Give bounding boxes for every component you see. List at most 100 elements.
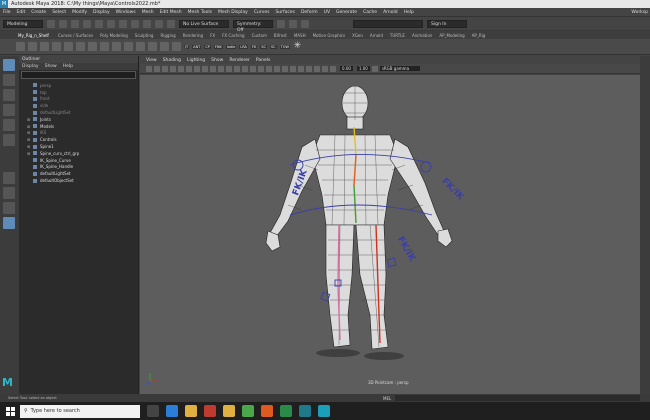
near-clip-field[interactable]: 0.00 [340,66,353,71]
outliner-menu-help[interactable]: Help [63,63,73,70]
safe-action-icon[interactable] [218,65,224,72]
move-tool-icon[interactable] [3,104,15,116]
outliner-row[interactable]: ⊞ Spine_curv_ctrl_grp [19,150,138,157]
lasso-tool-icon[interactable] [3,74,15,86]
shelf-tab-rigging[interactable]: Rigging [160,33,175,38]
resolution-gate-icon[interactable] [194,65,200,72]
shelf-label-lra[interactable]: LRA [239,44,248,49]
isolate-select-icon[interactable] [306,65,312,72]
shelf-button[interactable] [100,42,109,51]
menu-create[interactable]: Create [31,10,46,15]
snap-point-icon[interactable] [155,19,163,28]
shelf-label-fnk[interactable]: FNK [213,44,223,49]
star-shelf-icon[interactable]: ✳ [293,42,302,51]
outliner-row[interactable]: ⊞ Models [19,123,138,130]
shelf-label-ladle[interactable]: ladle [225,44,237,49]
render-settings-icon[interactable] [301,19,309,28]
chrome-icon[interactable] [242,405,254,417]
color-management-icon[interactable] [371,65,378,72]
expand-icon[interactable]: ⊞ [27,144,31,149]
folder-icon[interactable] [223,405,235,417]
shelf-tab-ap-rig[interactable]: AP_Rig [472,33,486,38]
outliner-row[interactable]: ⊞ Joints [19,116,138,123]
select-hierarchy-icon[interactable] [95,19,103,28]
menu-display[interactable]: Display [93,10,110,15]
wireframe-on-shaded-icon[interactable] [250,65,256,72]
shelf-label-fk[interactable]: FK [250,44,258,49]
expand-icon[interactable]: ⊞ [27,151,31,156]
file-explorer-icon[interactable] [185,405,197,417]
outliner-row[interactable]: persp [19,82,138,89]
edge-browser-icon[interactable] [166,405,178,417]
bookmark-icon[interactable] [162,65,168,72]
single-pane-layout-icon[interactable] [3,172,15,184]
gate-mask-icon[interactable] [202,65,208,72]
task-view-icon[interactable] [147,405,159,417]
menu-mesh[interactable]: Mesh [142,10,154,15]
shelf-label-jt[interactable]: JT [184,44,190,49]
outliner-row[interactable]: ⊞ IKS [19,130,138,137]
photos-icon[interactable] [299,405,311,417]
shelf-label-tow[interactable]: TOW [279,44,290,49]
mode-select[interactable]: Modeling [3,19,43,28]
shelf-tab-my-rig[interactable]: My_Rig_n_Shelf [18,33,49,38]
field-chart-icon[interactable] [210,65,216,72]
right-side-panel[interactable] [640,56,650,394]
color-space-select[interactable]: sRGB gamma [379,66,420,71]
menu-modify[interactable]: Modify [72,10,87,15]
viewport-menu-shading[interactable]: Shading [163,58,181,63]
menu-file[interactable]: File [3,10,11,15]
render-icon[interactable] [277,19,285,28]
outliner-row[interactable]: ⊞ Controls [19,136,138,143]
viewport-menu-view[interactable]: View [146,58,157,63]
shelf-tab-sculpting[interactable]: Sculpting [135,33,154,38]
shelf-tab-rendering[interactable]: Rendering [183,33,203,38]
shelf-tab-xgen[interactable]: XGen [352,33,363,38]
outliner-layout-icon[interactable] [3,217,15,229]
shelf-tab-mash[interactable]: MASH [294,33,306,38]
shadows-icon[interactable] [274,65,280,72]
ipr-render-icon[interactable] [289,19,297,28]
menu-mesh-tools[interactable]: Mesh Tools [188,10,212,15]
outliner-row[interactable]: top [19,89,138,96]
grid-icon[interactable] [178,65,184,72]
shelf-tab-bifrost[interactable]: Bifrost [274,33,287,38]
sign-in-button[interactable]: Sign In [427,19,467,28]
xray-icon[interactable] [314,65,320,72]
wireframe-icon[interactable] [234,65,240,72]
menu-uv[interactable]: UV [324,10,330,15]
shelf-button[interactable] [64,42,73,51]
excel-icon[interactable] [280,405,292,417]
shelf-tab-custom[interactable]: Custom [252,33,267,38]
folder-icon[interactable] [47,19,55,28]
symmetry-field[interactable]: Symmetry: Off [233,19,273,33]
viewport-menu-renderer[interactable]: Renderer [229,58,250,63]
shelf-button[interactable] [28,42,37,51]
outliner-row[interactable]: IK_Spine_Handle [19,164,138,171]
anti-aliasing-icon[interactable] [298,65,304,72]
shelf-button[interactable] [40,42,49,51]
four-pane-layout-icon[interactable] [3,187,15,199]
save-icon[interactable] [59,19,67,28]
snap-view-icon[interactable] [167,19,175,28]
textured-icon[interactable] [258,65,264,72]
rotate-tool-icon[interactable] [3,119,15,131]
menu-select[interactable]: Select [52,10,66,15]
camera-attributes-icon[interactable] [154,65,160,72]
shelf-button[interactable] [112,42,121,51]
xray-components-icon[interactable] [330,65,336,72]
menu-generate[interactable]: Generate [336,10,357,15]
xray-joints-icon[interactable] [322,65,328,72]
outliner-search-input[interactable] [21,71,136,79]
expand-icon[interactable]: ⊞ [27,117,31,122]
snap-grid-icon[interactable] [131,19,139,28]
viewport-menu-lighting[interactable]: Lighting [187,58,205,63]
shelf-button[interactable] [172,42,181,51]
shelf-button[interactable] [16,42,25,51]
shelf-tab-turtle[interactable]: TURTLE [390,33,405,38]
shelf-label-sc[interactable]: SC [260,44,267,49]
windows-start-icon[interactable] [0,402,20,420]
expand-icon[interactable]: ⊞ [27,137,31,142]
far-clip-field[interactable]: 1.00 [356,66,370,71]
outliner-row[interactable]: defaultLightSet [19,170,138,177]
